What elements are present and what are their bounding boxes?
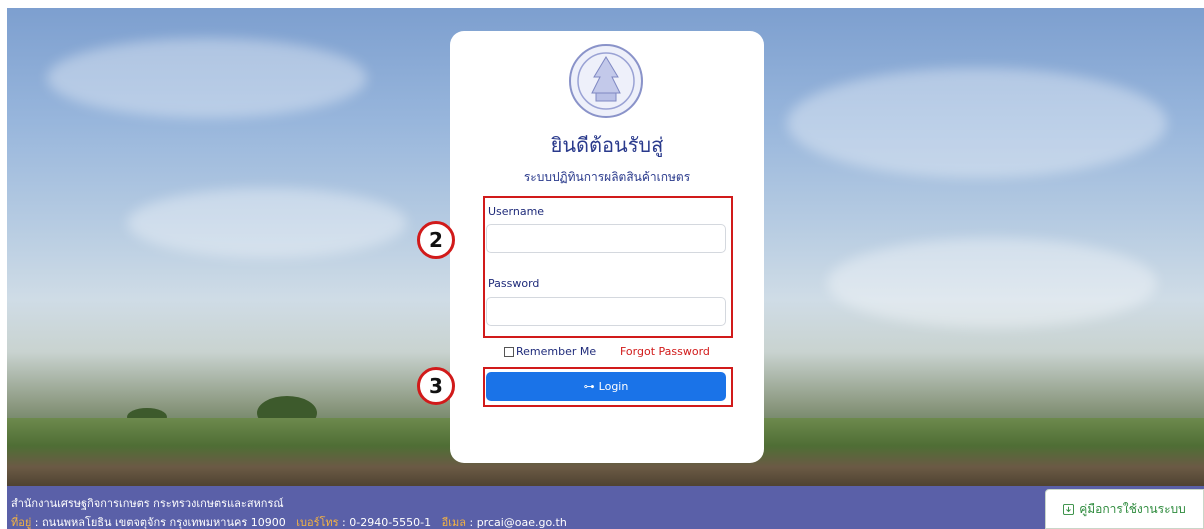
cloud (127, 188, 407, 258)
cloud (827, 238, 1157, 328)
remember-me-checkbox[interactable]: Remember Me (504, 345, 596, 358)
key-icon: ⊶ (583, 380, 595, 393)
user-manual-button[interactable]: คู่มือการใช้งานระบบ (1045, 489, 1204, 529)
download-icon (1063, 503, 1075, 515)
address-label: ที่อยู่ (11, 516, 32, 529)
forgot-password-link[interactable]: Forgot Password (620, 345, 710, 358)
remember-me-label: Remember Me (516, 345, 597, 358)
login-label: Login (598, 380, 629, 393)
username-label: Username (488, 205, 545, 218)
phone-value: : 0-2940-5550-1 (338, 516, 432, 529)
password-label: Password (488, 277, 540, 290)
address-value: : ถนนพหลโยธิน เขตจตุจักร กรุงเทพมหานคร 1… (31, 516, 286, 529)
login-card: ยินดีต้อนรับสู่ ระบบปฏิทินการผลิตสินค้าเ… (450, 31, 764, 463)
step-3-badge: 3 (417, 367, 455, 405)
phone-label: เบอร์โทร (296, 516, 339, 529)
contact-info: ที่อยู่ : ถนนพหลโยธิน เขตจตุจักร กรุงเทพ… (11, 513, 567, 529)
checkbox[interactable] (504, 346, 514, 357)
emblem-logo (569, 44, 643, 118)
cloud (787, 68, 1167, 178)
step-2-badge: 2 (417, 221, 455, 259)
email-label: อีเมล (441, 516, 466, 529)
username-input[interactable] (486, 224, 726, 253)
user-manual-label: คู่มือการใช้งานระบบ (1079, 501, 1186, 516)
email-value: : prcai@oae.go.th (466, 516, 567, 529)
footer: สำนักงานเศรษฐกิจการเกษตร กระทรวงเกษตรและ… (7, 486, 1204, 529)
password-input[interactable] (486, 297, 726, 326)
cloud (47, 38, 367, 118)
system-subtitle: ระบบปฏิทินการผลิตสินค้าเกษตร (523, 170, 691, 184)
welcome-title: ยินดีต้อนรับสู่ (550, 133, 664, 157)
login-button[interactable]: ⊶ Login (486, 372, 726, 401)
org-name: สำนักงานเศรษฐกิจการเกษตร กระทรวงเกษตรและ… (11, 497, 284, 510)
